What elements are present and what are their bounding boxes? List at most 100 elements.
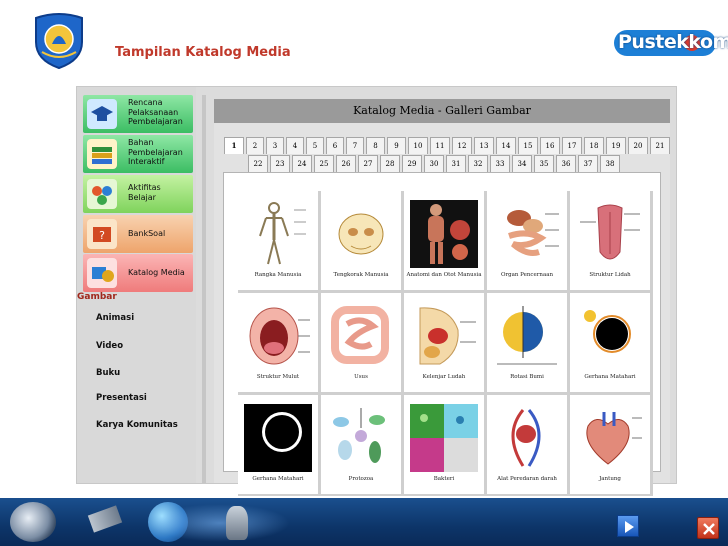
tab-page-12[interactable]: 12	[452, 137, 472, 154]
gallery-item-caption: Organ Pencernaan	[500, 272, 554, 278]
tab-page-36[interactable]: 36	[556, 155, 576, 172]
gallery-item[interactable]: Rangka Manusia	[238, 191, 318, 290]
tab-page-15[interactable]: 15	[518, 137, 538, 154]
gallery-item-caption: Alat Peredaran darah	[497, 476, 557, 482]
gallery-item[interactable]: Jantung	[570, 395, 650, 494]
sidebar-item-bahan[interactable]: Bahan Pembelajaran Interaktif	[83, 135, 193, 173]
gallery-item[interactable]: Struktur Mulut	[238, 293, 318, 392]
gallery-item[interactable]: Bakteri	[404, 395, 484, 494]
tab-page-28[interactable]: 28	[380, 155, 400, 172]
tab-page-32[interactable]: 32	[468, 155, 488, 172]
sidebar: Rencana Pelaksanaan Pembelajaran Bahan P…	[77, 87, 196, 483]
media-catalog-icon	[87, 258, 117, 288]
tab-page-19[interactable]: 19	[606, 137, 626, 154]
disc-icon	[10, 502, 56, 542]
tab-page-33[interactable]: 33	[490, 155, 510, 172]
slide-title: Tampilan Katalog Media	[115, 45, 291, 60]
tab-page-31[interactable]: 31	[446, 155, 466, 172]
gallery-item[interactable]: Gerhana Matahari	[570, 293, 650, 392]
gallery-item[interactable]: Kelenjar Ludah	[404, 293, 484, 392]
solar-eclipse-icon	[576, 302, 644, 370]
tab-page-13[interactable]: 13	[474, 137, 494, 154]
gallery-item[interactable]: Usus	[321, 293, 401, 392]
gallery-item-caption: Rotasi Bumi	[510, 374, 544, 380]
close-button[interactable]	[697, 517, 719, 539]
sub-item-presentasi[interactable]: Presentasi	[96, 393, 147, 403]
banner-glow	[150, 504, 290, 542]
gallery-item-caption: Rangka Manusia	[254, 272, 302, 278]
gallery-grid-frame: Rangka Manusia Tengkorak Manusia Anatomi…	[223, 172, 661, 496]
tab-page-9[interactable]: 9	[387, 137, 406, 154]
gallery-item-caption: Anatomi dan Otot Manusia	[406, 272, 482, 278]
tab-page-38[interactable]: 38	[600, 155, 620, 172]
sidebar-item-label: Bahan Pembelajaran Interaktif	[128, 138, 183, 166]
gallery-item-caption: Usus	[354, 374, 368, 380]
gallery-item[interactable]: Tengkorak Manusia	[321, 191, 401, 290]
tab-page-27[interactable]: 27	[358, 155, 378, 172]
gallery-item[interactable]: Gerhana Matahari	[238, 395, 318, 494]
tab-page-26[interactable]: 26	[336, 155, 356, 172]
tab-page-25[interactable]: 25	[314, 155, 334, 172]
gallery-item-caption: Jantung	[599, 476, 621, 482]
tab-page-14[interactable]: 14	[496, 137, 516, 154]
tab-page-22[interactable]: 22	[248, 155, 268, 172]
tab-page-29[interactable]: 29	[402, 155, 422, 172]
tab-page-2[interactable]: 2	[246, 137, 264, 154]
tab-page-23[interactable]: 23	[270, 155, 290, 172]
gallery-item[interactable]: Struktur Lidah	[570, 191, 650, 290]
sub-item-karya-komunitas[interactable]: Karya Komunitas	[96, 420, 178, 430]
solar-eclipse-icon	[244, 404, 312, 472]
gallery-item[interactable]: Organ Pencernaan	[487, 191, 567, 290]
gallery-item-caption: Kelenjar Ludah	[422, 374, 466, 380]
tab-page-35[interactable]: 35	[534, 155, 554, 172]
tab-page-6[interactable]: 6	[326, 137, 344, 154]
tab-page-24[interactable]: 24	[292, 155, 312, 172]
sidebar-item-rpp[interactable]: Rencana Pelaksanaan Pembelajaran	[83, 95, 193, 133]
gallery-panel: Katalog Media - Galleri Gambar 1 2 3 4 5…	[214, 99, 670, 496]
tab-page-8[interactable]: 8	[366, 137, 385, 154]
gallery-item[interactable]: Protozoa	[321, 395, 401, 494]
tab-page-37[interactable]: 37	[578, 155, 598, 172]
slide: Tampilan Katalog Media Pustekkom Rencana…	[0, 0, 728, 546]
tab-page-4[interactable]: 4	[286, 137, 304, 154]
tab-page-21[interactable]: 21	[650, 137, 670, 154]
gallery-item[interactable]: Rotasi Bumi	[487, 293, 567, 392]
sidebar-item-katalog-media[interactable]: Katalog Media	[83, 254, 193, 292]
gallery-item[interactable]: Alat Peredaran darah	[487, 395, 567, 494]
graduation-cap-icon	[87, 99, 117, 129]
sub-item-video[interactable]: Video	[96, 341, 123, 351]
tongue-icon	[580, 204, 640, 260]
sub-item-buku[interactable]: Buku	[96, 368, 120, 378]
gallery-item-caption: Struktur Lidah	[589, 272, 631, 278]
tab-page-5[interactable]: 5	[306, 137, 324, 154]
tab-page-30[interactable]: 30	[424, 155, 444, 172]
skeleton-icon	[259, 202, 306, 265]
gallery-item[interactable]: Anatomi dan Otot Manusia	[404, 191, 484, 290]
tab-page-1[interactable]: 1	[224, 137, 244, 154]
tab-page-34[interactable]: 34	[512, 155, 532, 172]
gallery-item-caption: Tengkorak Manusia	[333, 272, 389, 278]
tab-page-17[interactable]: 17	[562, 137, 582, 154]
salivary-gland-icon	[419, 307, 476, 365]
tab-page-18[interactable]: 18	[584, 137, 604, 154]
tab-page-11[interactable]: 11	[430, 137, 450, 154]
digestive-organ-icon	[507, 210, 559, 256]
gallery-item-caption: Bakteri	[433, 476, 455, 482]
microscope-icon	[226, 506, 248, 540]
protozoa-icon	[333, 408, 385, 463]
tab-page-7[interactable]: 7	[346, 137, 364, 154]
tab-page-10[interactable]: 10	[408, 137, 428, 154]
sidebar-item-aktifitas[interactable]: Aktifitas Belajar	[83, 175, 193, 213]
sub-item-animasi[interactable]: Animasi	[96, 313, 134, 323]
mouth-icon	[249, 307, 310, 365]
tab-page-20[interactable]: 20	[628, 137, 648, 154]
next-slide-button[interactable]	[617, 515, 639, 537]
tab-page-3[interactable]: 3	[266, 137, 284, 154]
section-title-gambar[interactable]: Gambar	[77, 292, 117, 302]
sidebar-item-banksoal[interactable]: ? BankSoal	[83, 215, 193, 253]
play-arrow-icon	[625, 521, 634, 533]
svg-text:?: ?	[99, 229, 105, 242]
circulatory-icon	[511, 409, 541, 467]
tab-page-16[interactable]: 16	[540, 137, 560, 154]
sidebar-item-label: BankSoal	[128, 229, 166, 238]
